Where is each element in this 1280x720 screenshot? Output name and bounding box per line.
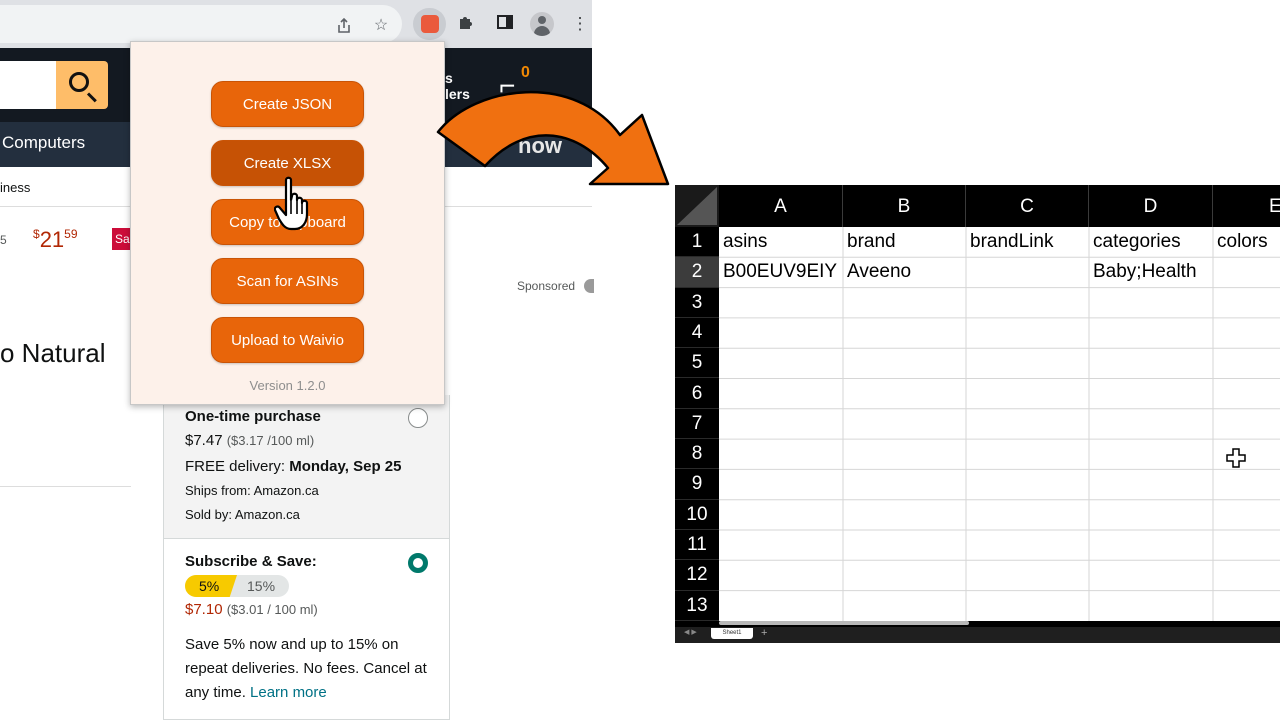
- upload-to-waivio-button[interactable]: Upload to Waivio: [211, 317, 364, 363]
- row-header-4[interactable]: 4: [675, 318, 719, 349]
- nav-item-computers[interactable]: Computers: [2, 133, 85, 153]
- row-header-2[interactable]: 2: [675, 257, 719, 288]
- discount-b-label: 15%: [247, 578, 276, 594]
- cell-b2[interactable]: Aveeno: [843, 257, 966, 287]
- scan-for-asins-button[interactable]: Scan for ASINs: [211, 258, 364, 304]
- search-icon: [69, 72, 89, 92]
- address-bar[interactable]: ☆: [0, 5, 402, 43]
- delivery-info: FREE delivery: Monday, Sep 25: [185, 458, 402, 475]
- share-icon[interactable]: [335, 17, 353, 35]
- subscribe-description: Save 5% now and up to 15% on repeat deli…: [185, 636, 427, 701]
- subscribe-title: Subscribe & Save:: [185, 553, 317, 570]
- column-header-b[interactable]: B: [843, 185, 966, 227]
- column-header-e[interactable]: E: [1213, 185, 1280, 227]
- side-panel-icon[interactable]: [494, 13, 516, 35]
- row-header-1[interactable]: 1: [675, 227, 719, 258]
- curved-arrow-icon: [436, 91, 670, 186]
- row-header-13[interactable]: 13: [675, 591, 719, 621]
- sheet-tab[interactable]: Sheet1: [711, 628, 753, 639]
- cell-d1[interactable]: categories: [1089, 227, 1213, 257]
- subscribe-price: $7.10 ($3.01 / 100 ml): [185, 601, 318, 618]
- amazon-search-button[interactable]: [56, 61, 108, 109]
- sponsored-price: $2159: [33, 227, 78, 252]
- row-header-8[interactable]: 8: [675, 439, 719, 470]
- column-header-c[interactable]: C: [966, 185, 1089, 227]
- cell-c1[interactable]: brandLink: [966, 227, 1089, 257]
- one-time-price: $7.47 ($3.17 /100 ml): [185, 432, 315, 449]
- sheet-nav-arrows-icon[interactable]: ◀ ▶: [684, 628, 697, 636]
- sponsored-label: Sponsored: [517, 279, 576, 293]
- row-header-7[interactable]: 7: [675, 409, 719, 440]
- extension-logo-icon[interactable]: [421, 15, 439, 33]
- price-fragment: 5: [0, 233, 7, 247]
- sold-by: Sold by: Amazon.ca: [185, 507, 300, 522]
- bookmark-star-icon[interactable]: ☆: [372, 17, 390, 35]
- row-header-6[interactable]: 6: [675, 379, 719, 409]
- ships-from: Ships from: Amazon.ca: [185, 483, 319, 498]
- info-icon[interactable]: [584, 279, 594, 293]
- cell-e1[interactable]: colors: [1213, 227, 1280, 257]
- one-time-radio[interactable]: [408, 408, 428, 428]
- row-header-11[interactable]: 11: [675, 530, 719, 561]
- row-header-9[interactable]: 9: [675, 469, 719, 500]
- more-menu-icon[interactable]: ⋮: [569, 13, 591, 35]
- divider: [0, 486, 131, 487]
- hand-pointer-cursor-icon: [274, 176, 309, 231]
- version-label: Version 1.2.0: [249, 378, 326, 393]
- row-header-5[interactable]: 5: [675, 348, 719, 379]
- row-header-10[interactable]: 10: [675, 500, 719, 530]
- row-header-12[interactable]: 12: [675, 560, 719, 591]
- create-json-button[interactable]: Create JSON: [211, 81, 364, 127]
- cell-a1[interactable]: asins: [719, 227, 843, 257]
- cell-b1[interactable]: brand: [843, 227, 966, 257]
- column-header-a[interactable]: A: [719, 185, 843, 227]
- cell-a2[interactable]: B00EUV9EIY: [719, 257, 843, 287]
- cell-grid[interactable]: asins brand brandLink categories colors …: [719, 227, 1280, 621]
- column-header-d[interactable]: D: [1089, 185, 1213, 227]
- add-sheet-button[interactable]: +: [761, 627, 767, 639]
- profile-avatar[interactable]: [530, 12, 554, 36]
- learn-more-link[interactable]: Learn more: [250, 684, 327, 701]
- product-title: o Natural: [0, 338, 106, 368]
- amazon-search-input[interactable]: [0, 61, 56, 109]
- discount-pill[interactable]: 5% 15%: [185, 575, 289, 597]
- cell-select-cursor-icon: [1226, 448, 1246, 468]
- cell-d2[interactable]: Baby;Health: [1089, 257, 1213, 287]
- discount-a-label: 5%: [199, 578, 220, 594]
- one-time-title: One-time purchase: [185, 408, 321, 425]
- subscribe-radio[interactable]: [408, 553, 428, 573]
- row-header-3[interactable]: 3: [675, 288, 719, 318]
- extensions-puzzle-icon[interactable]: [455, 13, 477, 35]
- subnav-item-business[interactable]: iness: [0, 180, 30, 195]
- horizontal-scrollbar[interactable]: [719, 621, 969, 625]
